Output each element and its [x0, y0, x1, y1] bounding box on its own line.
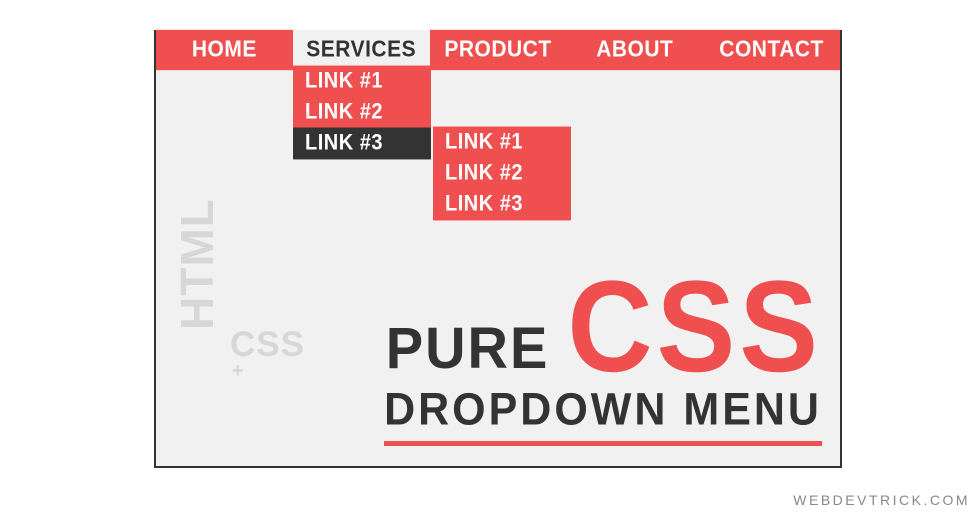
- nav-services[interactable]: SERVICES: [293, 30, 430, 70]
- demo-frame: HOME SERVICES PRODUCT ABOUT CONTACT LINK…: [154, 30, 842, 468]
- title-block: PURE CSS DROPDOWN MENU: [384, 277, 822, 446]
- sub-link-1[interactable]: LINK #1: [433, 127, 571, 159]
- side-css-text: CSS: [230, 325, 305, 365]
- watermark: WEBDEVTRICK.COM: [793, 492, 970, 508]
- sub-link-3[interactable]: LINK #3: [433, 189, 571, 221]
- nav-about[interactable]: ABOUT: [566, 30, 703, 70]
- side-html-text: HTML: [170, 198, 224, 330]
- sub-link-2[interactable]: LINK #2: [433, 158, 571, 190]
- dropdown-link-1[interactable]: LINK #1: [293, 66, 431, 98]
- dropdown-link-3[interactable]: LINK #3: [293, 128, 431, 160]
- nav-home[interactable]: HOME: [156, 30, 293, 70]
- dropdown-menu: LINK #1 LINK #2 LINK #3: [293, 67, 431, 160]
- title-pure: PURE: [386, 313, 550, 381]
- title-underline: [384, 441, 822, 446]
- nav-product[interactable]: PRODUCT: [430, 30, 567, 70]
- sub-dropdown-menu: LINK #1 LINK #2 LINK #3: [433, 128, 571, 221]
- navbar: HOME SERVICES PRODUCT ABOUT CONTACT: [156, 32, 840, 68]
- side-plus-text: +: [232, 360, 245, 383]
- title-css: CSS: [567, 272, 822, 382]
- dropdown-link-2[interactable]: LINK #2: [293, 97, 431, 129]
- title-dropdown-menu: DROPDOWN MENU: [384, 385, 822, 436]
- nav-contact[interactable]: CONTACT: [703, 30, 840, 70]
